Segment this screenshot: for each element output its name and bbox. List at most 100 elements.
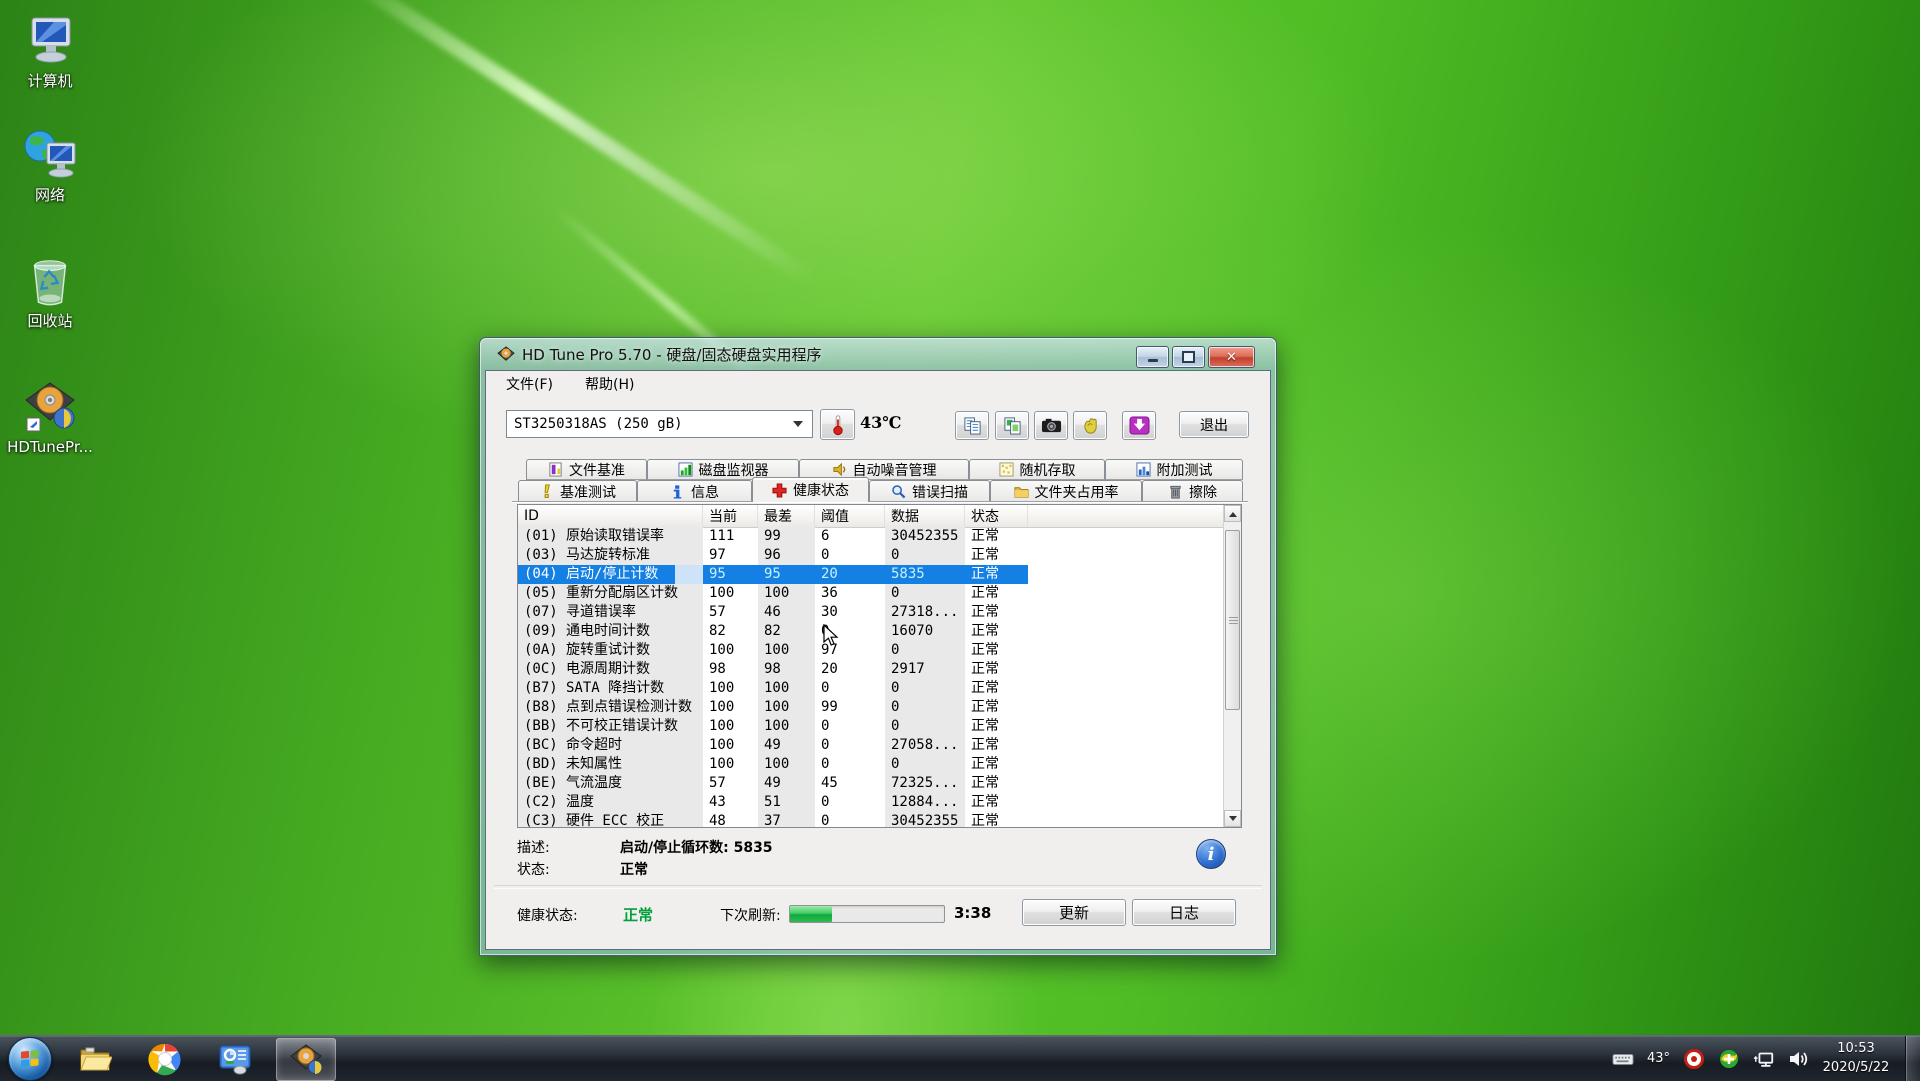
taskbar-clock[interactable]: 10:53 2020/5/22 <box>1814 1039 1898 1077</box>
tab-random-access[interactable]: 随机存取 <box>969 459 1105 480</box>
smart-attribute-row[interactable]: (05)重新分配扇区计数 100 100 36 0 正常 <box>518 584 1224 603</box>
desktop-icon-network[interactable]: 网络 <box>6 128 94 203</box>
folder-usage-icon <box>1014 484 1029 499</box>
tab-benchmark[interactable]: 基准测试 <box>518 480 637 502</box>
column-header-2[interactable]: 最差 <box>758 505 815 527</box>
row-filler <box>1028 622 1224 641</box>
progress-fill <box>790 906 832 922</box>
column-header-5[interactable]: 状态 <box>965 505 1028 527</box>
attr-data: 16070 <box>885 622 965 641</box>
tab-extra-tests[interactable]: 附加测试 <box>1105 459 1243 480</box>
temperature-button[interactable] <box>820 409 855 440</box>
taskbar-app-browser[interactable] <box>136 1038 194 1079</box>
smart-attribute-row[interactable]: (C2)温度 43 51 0 12884... 正常 <box>518 793 1224 812</box>
attr-id-name: (04)启动/停止计数 <box>518 565 703 584</box>
minimize-button[interactable] <box>1136 346 1169 368</box>
column-header-1[interactable]: 当前 <box>703 505 758 527</box>
tab-label: 随机存取 <box>1020 460 1076 480</box>
desktop-icon-computer[interactable]: 计算机 <box>6 14 94 89</box>
save-report-button[interactable] <box>1122 411 1156 440</box>
hdtune-tray-icon[interactable] <box>1683 1049 1705 1069</box>
antivirus-tray-icon[interactable] <box>1718 1049 1740 1069</box>
acoustic-mgmt-icon <box>832 462 847 477</box>
attr-threshold: 45 <box>815 774 885 793</box>
attr-data: 0 <box>885 717 965 736</box>
attr-data: 72325... <box>885 774 965 793</box>
smart-attribute-row[interactable]: (C3)硬件 ECC 校正 48 37 0 30452355 正常 <box>518 812 1224 827</box>
acoustic-button[interactable] <box>1073 411 1107 440</box>
taskbar-app-control-panel[interactable] <box>206 1038 264 1079</box>
smart-attribute-row[interactable]: (B8)点到点错误检测计数 100 100 99 0 正常 <box>518 698 1224 717</box>
attr-current: 82 <box>703 622 758 641</box>
drive-selector-value: ST3250318AS (250 gB) <box>514 416 683 432</box>
tab-health-status[interactable]: 健康状态 <box>752 477 869 502</box>
title-bar[interactable]: HD Tune Pro 5.70 - 硬盘/固态硬盘实用程序 ✕ <box>480 338 1276 370</box>
desktop-icon-hdtune-shortcut[interactable]: HDTunePr... <box>6 380 94 455</box>
close-button[interactable]: ✕ <box>1208 346 1255 368</box>
smart-attribute-row[interactable]: (BC)命令超时 100 49 0 27058... 正常 <box>518 736 1224 755</box>
network-tray-icon[interactable] <box>1753 1049 1775 1069</box>
tab-panel-divider <box>512 501 1248 503</box>
update-button[interactable]: 更新 <box>1022 899 1126 926</box>
table-scrollbar[interactable] <box>1223 505 1241 827</box>
window-client-area: 文件(F) 帮助(H) ST3250318AS (250 gB) 43℃ 退出 … <box>485 370 1271 950</box>
info-button[interactable]: i <box>1196 839 1226 869</box>
description-value: 启动/停止循环数: 5835 <box>620 837 773 857</box>
smart-attribute-row[interactable]: (0A)旋转重试计数 100 100 97 0 正常 <box>518 641 1224 660</box>
tab-erase[interactable]: 擦除 <box>1142 480 1243 502</box>
maximize-button[interactable] <box>1172 346 1205 368</box>
smart-attribute-row[interactable]: (BE)气流温度 57 49 45 72325... 正常 <box>518 774 1224 793</box>
attr-worst: 100 <box>758 679 815 698</box>
hdtune-window: HD Tune Pro 5.70 - 硬盘/固态硬盘实用程序 ✕ 文件(F) 帮… <box>479 337 1277 956</box>
tab-folder-usage[interactable]: 文件夹占用率 <box>990 480 1142 502</box>
attr-threshold: 20 <box>815 660 885 679</box>
taskbar-app-explorer[interactable] <box>66 1038 124 1079</box>
volume-tray-icon[interactable] <box>1788 1049 1810 1069</box>
menu-help[interactable]: 帮助(H) <box>582 372 637 396</box>
row-filler <box>1028 774 1224 793</box>
smart-attribute-row[interactable]: (BD)未知属性 100 100 0 0 正常 <box>518 755 1224 774</box>
tab-file-benchmark[interactable]: 文件基准 <box>526 459 647 480</box>
column-header-4[interactable]: 数据 <box>885 505 965 527</box>
row-filler <box>1028 660 1224 679</box>
copy-image-button[interactable] <box>995 411 1029 440</box>
column-header-3[interactable]: 阈值 <box>815 505 885 527</box>
attr-status: 正常 <box>965 698 1028 717</box>
tab-error-scan[interactable]: 错误扫描 <box>869 480 990 502</box>
smart-attribute-row[interactable]: (07)寻道错误率 57 46 30 27318... 正常 <box>518 603 1224 622</box>
tab-label: 信息 <box>691 482 719 502</box>
desktop-icon-label: 网络 <box>35 187 65 203</box>
acoustic-icon <box>1080 416 1101 435</box>
table-body: (01)原始读取错误率 111 99 6 30452355 正常 (03)马达旋… <box>518 527 1224 827</box>
start-button[interactable] <box>8 1037 52 1081</box>
smart-attribute-row[interactable]: (BB)不可校正错误计数 100 100 0 0 正常 <box>518 717 1224 736</box>
desktop-icon-recycle-bin[interactable]: 回收站 <box>6 254 94 329</box>
taskbar-app-hdtune[interactable] <box>276 1038 336 1081</box>
attr-status: 正常 <box>965 679 1028 698</box>
keyboard-tray-icon[interactable] <box>1612 1049 1634 1069</box>
scroll-down-button[interactable] <box>1224 810 1241 827</box>
smart-attribute-row[interactable]: (03)马达旋转标准 97 96 0 0 正常 <box>518 546 1224 565</box>
smart-attribute-row[interactable]: (09)通电时间计数 82 82 0 16070 正常 <box>518 622 1224 641</box>
show-desktop-button[interactable] <box>1905 1036 1920 1081</box>
screenshot-button[interactable] <box>1034 411 1068 440</box>
log-button[interactable]: 日志 <box>1132 899 1236 926</box>
attr-current: 43 <box>703 793 758 812</box>
menu-file[interactable]: 文件(F) <box>503 372 556 396</box>
smart-attribute-row[interactable]: (01)原始读取错误率 111 99 6 30452355 正常 <box>518 527 1224 546</box>
scroll-up-button[interactable] <box>1224 505 1241 522</box>
column-header-0[interactable]: ID <box>518 505 703 527</box>
smart-attribute-row[interactable]: (B7)SATA 降挡计数 100 100 0 0 正常 <box>518 679 1224 698</box>
copy-button[interactable] <box>955 411 989 440</box>
attr-status: 正常 <box>965 793 1028 812</box>
attr-worst: 100 <box>758 584 815 603</box>
attr-threshold: 0 <box>815 812 885 827</box>
tab-drive-info[interactable]: 信息 <box>637 480 752 502</box>
attr-status: 正常 <box>965 584 1028 603</box>
scrollbar-thumb[interactable] <box>1225 530 1240 710</box>
drive-selector[interactable]: ST3250318AS (250 gB) <box>506 410 813 438</box>
smart-attribute-row[interactable]: (04)启动/停止计数 95 95 20 5835 正常 <box>518 565 1224 584</box>
hdtune-app-icon <box>497 346 515 362</box>
exit-button[interactable]: 退出 <box>1179 411 1249 438</box>
smart-attribute-row[interactable]: (0C)电源周期计数 98 98 20 2917 正常 <box>518 660 1224 679</box>
